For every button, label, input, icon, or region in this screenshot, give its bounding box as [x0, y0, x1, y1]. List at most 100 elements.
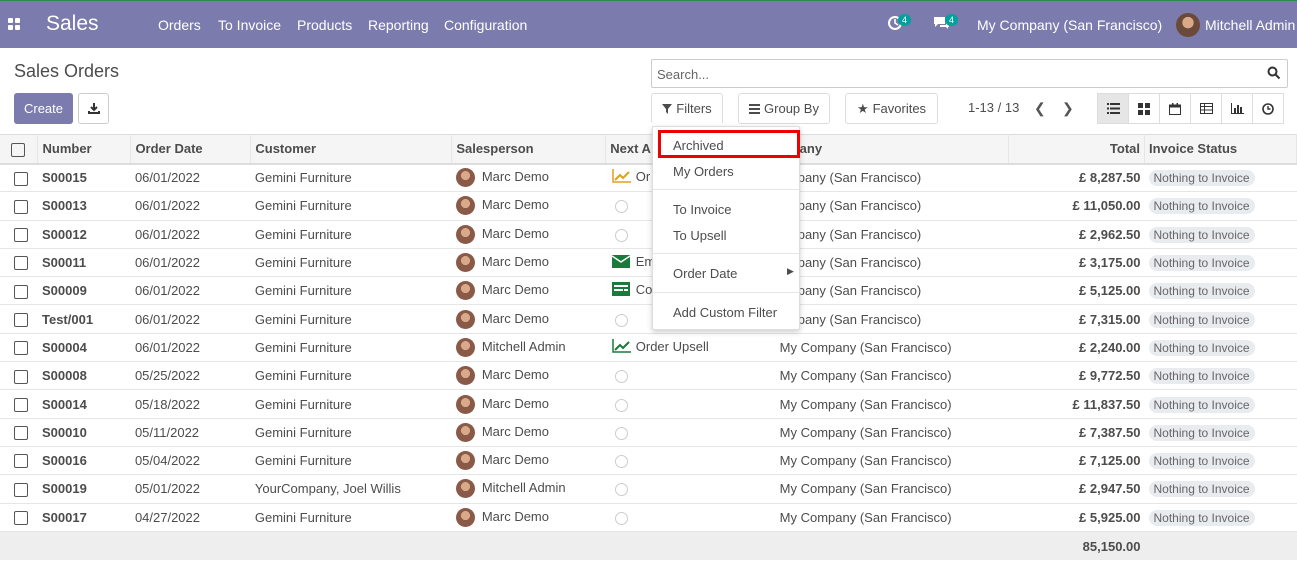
- table-row[interactable]: Test/001 06/01/2022 Gemini Furniture Marc D…: [0, 305, 1297, 334]
- company-switcher[interactable]: My Company (San Francisco): [977, 17, 1162, 33]
- row-checkbox[interactable]: [14, 256, 28, 271]
- clock-icon[interactable]: [614, 398, 628, 412]
- table-row[interactable]: S00019 05/01/2022 YourCompany, Joel Willis…: [0, 475, 1297, 504]
- filter-to-invoice[interactable]: To Invoice: [673, 202, 732, 217]
- col-company[interactable]: mpany: [775, 134, 1010, 164]
- group-by-button[interactable]: Group By: [738, 93, 830, 124]
- filter-to-upsell[interactable]: To Upsell: [673, 228, 726, 243]
- select-all-checkbox[interactable]: [11, 142, 25, 157]
- clock-icon[interactable]: [614, 313, 628, 327]
- company: My Company (San Francisco): [779, 368, 952, 384]
- clock-icon[interactable]: [614, 483, 628, 497]
- table-row[interactable]: S00004 06/01/2022 Gemini Furniture Mitchell…: [0, 333, 1297, 362]
- menu-orders[interactable]: Orders: [158, 17, 201, 33]
- salesperson: Marc Demo: [481, 310, 549, 326]
- customer: Gemini Furniture: [254, 396, 352, 412]
- row-checkbox[interactable]: [14, 171, 28, 186]
- table-row[interactable]: S00016 05/04/2022 Gemini Furniture Marc Dem…: [0, 446, 1297, 475]
- order-total: £ 11,050.00: [1072, 198, 1141, 214]
- menu-reporting[interactable]: Reporting: [368, 17, 429, 33]
- table-row[interactable]: S00014 05/18/2022 Gemini Furniture Marc Dem…: [0, 390, 1297, 419]
- invoice-status-badge: Nothing to Invoice: [1148, 424, 1255, 441]
- activity-type-icon[interactable]: [611, 282, 631, 299]
- menu-to-invoice[interactable]: To Invoice: [218, 17, 281, 33]
- salesperson-avatar: [455, 422, 475, 442]
- create-button[interactable]: Create: [14, 93, 73, 124]
- clock-icon[interactable]: [614, 370, 628, 384]
- order-date: 06/01/2022: [134, 198, 201, 214]
- graph-view-icon[interactable]: [1221, 93, 1253, 124]
- pager-previous-icon[interactable]: ❮: [1034, 100, 1046, 117]
- row-checkbox[interactable]: [14, 199, 28, 214]
- menu-configuration[interactable]: Configuration: [444, 17, 527, 33]
- filters-button[interactable]: Filters: [651, 93, 723, 124]
- filter-add-custom[interactable]: Add Custom Filter: [673, 305, 777, 320]
- table-row[interactable]: S00015 06/01/2022 Gemini Furniture Marc Dem…: [0, 164, 1297, 192]
- search-input[interactable]: Search...: [651, 59, 1288, 88]
- salesperson: Marc Demo: [481, 225, 549, 241]
- col-salesperson[interactable]: Salesperson: [451, 134, 607, 164]
- clock-icon[interactable]: [614, 426, 628, 440]
- pivot-view-icon[interactable]: [1190, 93, 1222, 124]
- menu-products[interactable]: Products: [297, 17, 352, 33]
- row-checkbox[interactable]: [14, 454, 28, 469]
- order-date: 06/01/2022: [134, 283, 201, 299]
- user-menu[interactable]: Mitchell Admin: [1205, 17, 1295, 33]
- favorites-button[interactable]: ★ Favorites: [845, 93, 938, 124]
- list-view-icon[interactable]: [1097, 93, 1129, 124]
- filter-my-orders[interactable]: My Orders: [673, 164, 734, 179]
- star-icon: ★: [856, 100, 869, 116]
- col-total[interactable]: Total: [1008, 134, 1145, 164]
- kanban-view-icon[interactable]: [1128, 93, 1160, 124]
- row-checkbox[interactable]: [14, 228, 28, 243]
- row-checkbox[interactable]: [14, 426, 28, 441]
- activity-type-icon[interactable]: [611, 254, 631, 271]
- order-number: S00011: [41, 255, 87, 271]
- invoice-status-badge: Nothing to Invoice: [1148, 226, 1255, 243]
- activity-type-icon[interactable]: [612, 338, 631, 356]
- order-date: 06/01/2022: [134, 339, 201, 355]
- activity-type-icon[interactable]: [612, 169, 631, 186]
- table-row[interactable]: S00011 06/01/2022 Gemini Furniture Marc Dem…: [0, 248, 1297, 277]
- order-number: S00009: [41, 283, 87, 299]
- row-checkbox[interactable]: [14, 341, 28, 356]
- col-number[interactable]: Number: [37, 134, 132, 164]
- salesperson: Marc Demo: [481, 367, 549, 383]
- col-customer[interactable]: Customer: [250, 134, 453, 164]
- search-placeholder: Search...: [657, 67, 710, 82]
- table-row[interactable]: S00008 05/25/2022 Gemini Furniture Marc Dem…: [0, 362, 1297, 390]
- row-checkbox[interactable]: [14, 510, 28, 525]
- next-activity: Co: [635, 282, 653, 298]
- row-checkbox[interactable]: [14, 312, 28, 327]
- pager-value[interactable]: 1-13 / 13: [968, 100, 1019, 115]
- apps-menu-icon[interactable]: [8, 18, 21, 31]
- filters-label: Filters: [676, 101, 712, 116]
- user-avatar[interactable]: [1176, 13, 1200, 37]
- order-total: £ 8,287.50: [1079, 170, 1141, 186]
- table-row[interactable]: S00009 06/01/2022 Gemini Furniture Marc Dem…: [0, 277, 1297, 305]
- app-name[interactable]: Sales: [46, 12, 99, 36]
- clock-icon[interactable]: [614, 511, 628, 525]
- table-row[interactable]: S00017 04/27/2022 Gemini Furniture Marc Dem…: [0, 503, 1297, 532]
- col-invoice-status[interactable]: Invoice Status: [1144, 134, 1297, 164]
- pager-next-icon[interactable]: ❯: [1062, 100, 1074, 117]
- row-checkbox[interactable]: [14, 284, 28, 299]
- row-checkbox[interactable]: [14, 397, 28, 412]
- table-row[interactable]: S00012 06/01/2022 Gemini Furniture Marc Dem…: [0, 220, 1297, 249]
- calendar-view-icon[interactable]: [1159, 93, 1191, 124]
- filter-order-date[interactable]: Order Date: [673, 266, 737, 281]
- table-row[interactable]: S00013 06/01/2022 Gemini Furniture Marc Dem…: [0, 192, 1297, 221]
- highlight-box: [658, 130, 800, 158]
- search-icon[interactable]: [1267, 66, 1281, 80]
- table-row[interactable]: S00010 05/11/2022 Gemini Furniture Marc Dem…: [0, 418, 1297, 447]
- clock-icon[interactable]: [614, 228, 628, 242]
- salesperson: Marc Demo: [481, 282, 549, 298]
- download-button[interactable]: [78, 93, 109, 124]
- activity-view-icon[interactable]: [1252, 93, 1284, 124]
- row-checkbox[interactable]: [14, 369, 28, 384]
- clock-icon[interactable]: [614, 455, 628, 469]
- clock-icon[interactable]: [614, 200, 628, 214]
- row-checkbox[interactable]: [14, 482, 28, 497]
- col-order-date[interactable]: Order Date: [130, 134, 252, 164]
- order-number: S00017: [41, 509, 87, 525]
